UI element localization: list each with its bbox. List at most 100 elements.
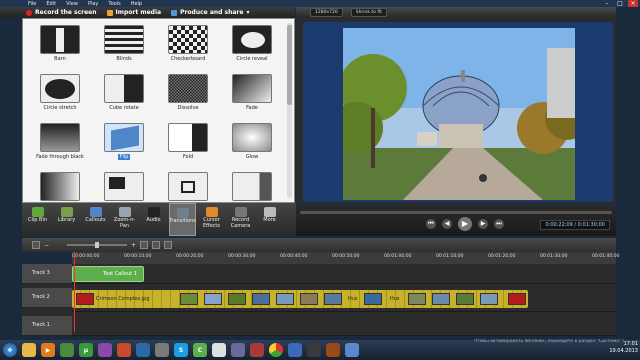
app-icon[interactable] — [288, 343, 302, 357]
task-label: More — [263, 217, 276, 223]
clip-thumb — [456, 293, 474, 305]
transition-thumbnail — [40, 123, 80, 152]
copy-icon[interactable] — [164, 241, 173, 249]
skype-icon[interactable]: S — [174, 343, 188, 357]
callout-clip[interactable]: Text Callout 1 — [72, 266, 144, 282]
timeline-ruler[interactable]: 00:00:00;00 00:00:10;00 00:00:20;00 00:00:3… — [72, 252, 620, 264]
minimize-icon[interactable]: – — [602, 0, 612, 7]
transition-cube[interactable]: Cube rotate — [95, 74, 153, 117]
ruler-tick-label: 00:01:40;00 — [592, 254, 620, 259]
task-label: Cursor Effects — [203, 217, 220, 229]
clip-thumb — [180, 293, 198, 305]
task-tab-library[interactable]: Library — [53, 203, 80, 236]
transition-dissolve[interactable]: Dissolve — [159, 74, 217, 117]
task-label: Clip Bin — [27, 217, 48, 223]
shrink-to-fit-dropdown[interactable]: Shrink to fit — [350, 7, 387, 17]
split-icon[interactable] — [152, 241, 161, 249]
transition-thumbnail — [104, 123, 144, 152]
start-button[interactable]: ❖ — [3, 343, 17, 357]
cut-icon[interactable] — [140, 241, 149, 249]
clip-thumb — [432, 293, 450, 305]
transition-circle-stretch[interactable]: Circle stretch — [31, 74, 89, 117]
menu-edit[interactable]: Edit — [46, 1, 56, 7]
task-tab-clip-bin[interactable]: Clip Bin — [24, 203, 51, 236]
maximize-icon[interactable]: □ — [615, 0, 625, 7]
step-back-icon[interactable]: ◀ — [442, 219, 452, 229]
transition-label: Fade — [246, 105, 258, 111]
task-icon — [205, 207, 218, 217]
media-player-icon[interactable]: ▶ — [41, 343, 55, 357]
zoom-in-icon[interactable]: + — [131, 242, 136, 249]
record-icon — [26, 9, 32, 16]
menu-help[interactable]: Help — [131, 1, 142, 7]
menu-file[interactable]: File — [28, 1, 36, 7]
track-3-row: Text Callout 1 — [72, 264, 616, 284]
app-icon[interactable] — [326, 343, 340, 357]
transition-barn[interactable]: Barn — [31, 25, 89, 68]
task-icon — [176, 208, 189, 218]
skip-back-icon[interactable]: ⏮ — [426, 219, 436, 229]
torrent-icon[interactable]: μ — [79, 343, 93, 357]
zoom-out-icon[interactable]: − — [44, 242, 49, 249]
transition-glow[interactable]: Glow — [223, 123, 281, 166]
app-icon[interactable] — [98, 343, 112, 357]
clip-thumb — [364, 293, 382, 305]
track-2-label: Track 2 — [22, 288, 72, 308]
app-icon[interactable] — [345, 343, 359, 357]
skip-forward-icon[interactable]: ⏭ — [494, 219, 504, 229]
playback-scrubber[interactable] — [300, 211, 612, 214]
app-icon[interactable] — [307, 343, 321, 357]
ruler-tick-label: 00:00:30;00 — [228, 254, 256, 259]
clip-thumb — [76, 293, 94, 305]
chrome-icon[interactable] — [269, 343, 283, 357]
transition-flip[interactable]: Flip — [95, 123, 153, 166]
timeline-zoom-slider[interactable] — [67, 242, 128, 248]
canvas-size-field[interactable]: 1280x720 — [310, 7, 343, 17]
ruler-tick-label: 00:00:00;00 — [72, 254, 100, 259]
task-tab-audio[interactable]: Audio — [140, 203, 167, 236]
task-tab-cursor-effects[interactable]: Cursor Effects — [198, 203, 225, 236]
play-icon[interactable]: ▶ — [458, 217, 472, 231]
app-icon[interactable] — [231, 343, 245, 357]
transition-thumbnail — [40, 74, 80, 103]
clock-date[interactable]: 19.04.2013 — [609, 348, 638, 355]
transition-fade[interactable]: Fade — [223, 74, 281, 117]
timeline-settings-icon[interactable] — [32, 241, 40, 249]
transition-circle-reveal[interactable]: Circle reveal — [223, 25, 281, 68]
task-tab-transitions[interactable]: Transitions — [169, 203, 196, 236]
task-tab-callouts[interactable]: Callouts — [82, 203, 109, 236]
task-tab-record-camera[interactable]: Record Camera — [227, 203, 254, 236]
transitions-scrollbar[interactable] — [287, 23, 292, 198]
timeline-tracks: Track 3 Text Callout 1 Track 2 Crimson C… — [22, 252, 616, 336]
transition-thumbnail — [168, 123, 208, 152]
produce-share-button[interactable]: Produce and share ▾ — [171, 9, 249, 16]
menu-view[interactable]: View — [66, 1, 78, 7]
menu-tools[interactable]: Tools — [108, 1, 120, 7]
clip-thumb — [508, 293, 526, 305]
produce-icon — [171, 9, 178, 16]
clip-thumb — [204, 293, 222, 305]
task-icon — [234, 207, 247, 217]
app-icon[interactable] — [250, 343, 264, 357]
app-icon[interactable] — [212, 343, 226, 357]
step-forward-icon[interactable]: ▶ — [478, 219, 488, 229]
app-icon[interactable] — [117, 343, 131, 357]
app-icon[interactable] — [136, 343, 150, 357]
import-media-button[interactable]: Import media — [106, 9, 161, 16]
task-tab-more[interactable]: More — [256, 203, 283, 236]
transition-label: Barn — [54, 56, 66, 62]
transition-fold[interactable]: Fold — [159, 123, 217, 166]
close-icon[interactable]: × — [628, 0, 638, 7]
record-screen-button[interactable]: Record the screen — [26, 9, 97, 16]
transition-label: Cube rotate — [109, 105, 139, 111]
app-icon[interactable] — [60, 343, 74, 357]
camtasia-icon[interactable]: C — [193, 343, 207, 357]
task-tab-zoom-n-pan[interactable]: Zoom-n-Pan — [111, 203, 138, 236]
folder-icon[interactable] — [22, 343, 36, 357]
transition-blinds[interactable]: Blinds — [95, 25, 153, 68]
transition-checker[interactable]: Checkerboard — [159, 25, 217, 68]
transition-fade-black[interactable]: Fade through black — [31, 123, 89, 166]
menu-play[interactable]: Play — [88, 1, 98, 7]
scrollbar-thumb[interactable] — [287, 25, 292, 105]
app-icon[interactable] — [155, 343, 169, 357]
